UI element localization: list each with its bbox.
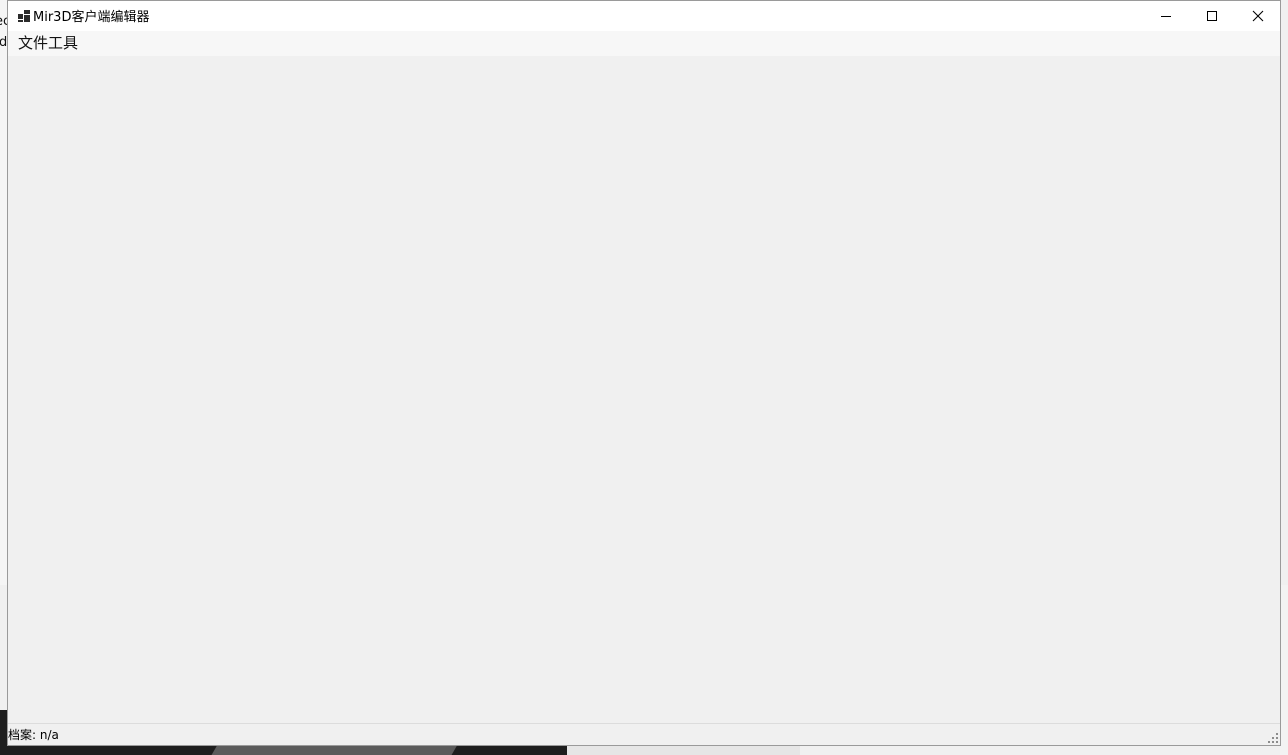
main-content-area xyxy=(8,56,1280,725)
close-button[interactable] xyxy=(1235,1,1281,31)
minimize-button[interactable] xyxy=(1143,1,1189,31)
status-label-archive: 档案: n/a xyxy=(8,726,59,743)
maximize-button[interactable] xyxy=(1189,1,1235,31)
menu-item-file-tools[interactable]: 文件工具 xyxy=(12,32,84,55)
app-window: Mir3D客户端编辑器 文件工具 档案: n/a xyxy=(7,0,1281,746)
maximize-icon xyxy=(1207,11,1217,21)
close-icon xyxy=(1252,10,1264,22)
resize-grip-icon[interactable] xyxy=(1268,733,1278,743)
status-value: n/a xyxy=(39,728,59,742)
window-title: Mir3D客户端编辑器 xyxy=(33,10,150,25)
status-bar: 档案: n/a xyxy=(8,723,1280,745)
app-windows-icon xyxy=(18,10,31,22)
menu-bar: 文件工具 xyxy=(8,31,1280,56)
status-label: 档案: xyxy=(8,728,37,742)
minimize-icon xyxy=(1161,16,1171,17)
title-bar[interactable]: Mir3D客户端编辑器 xyxy=(8,1,1280,31)
background-window-edge-right xyxy=(1280,585,1288,755)
